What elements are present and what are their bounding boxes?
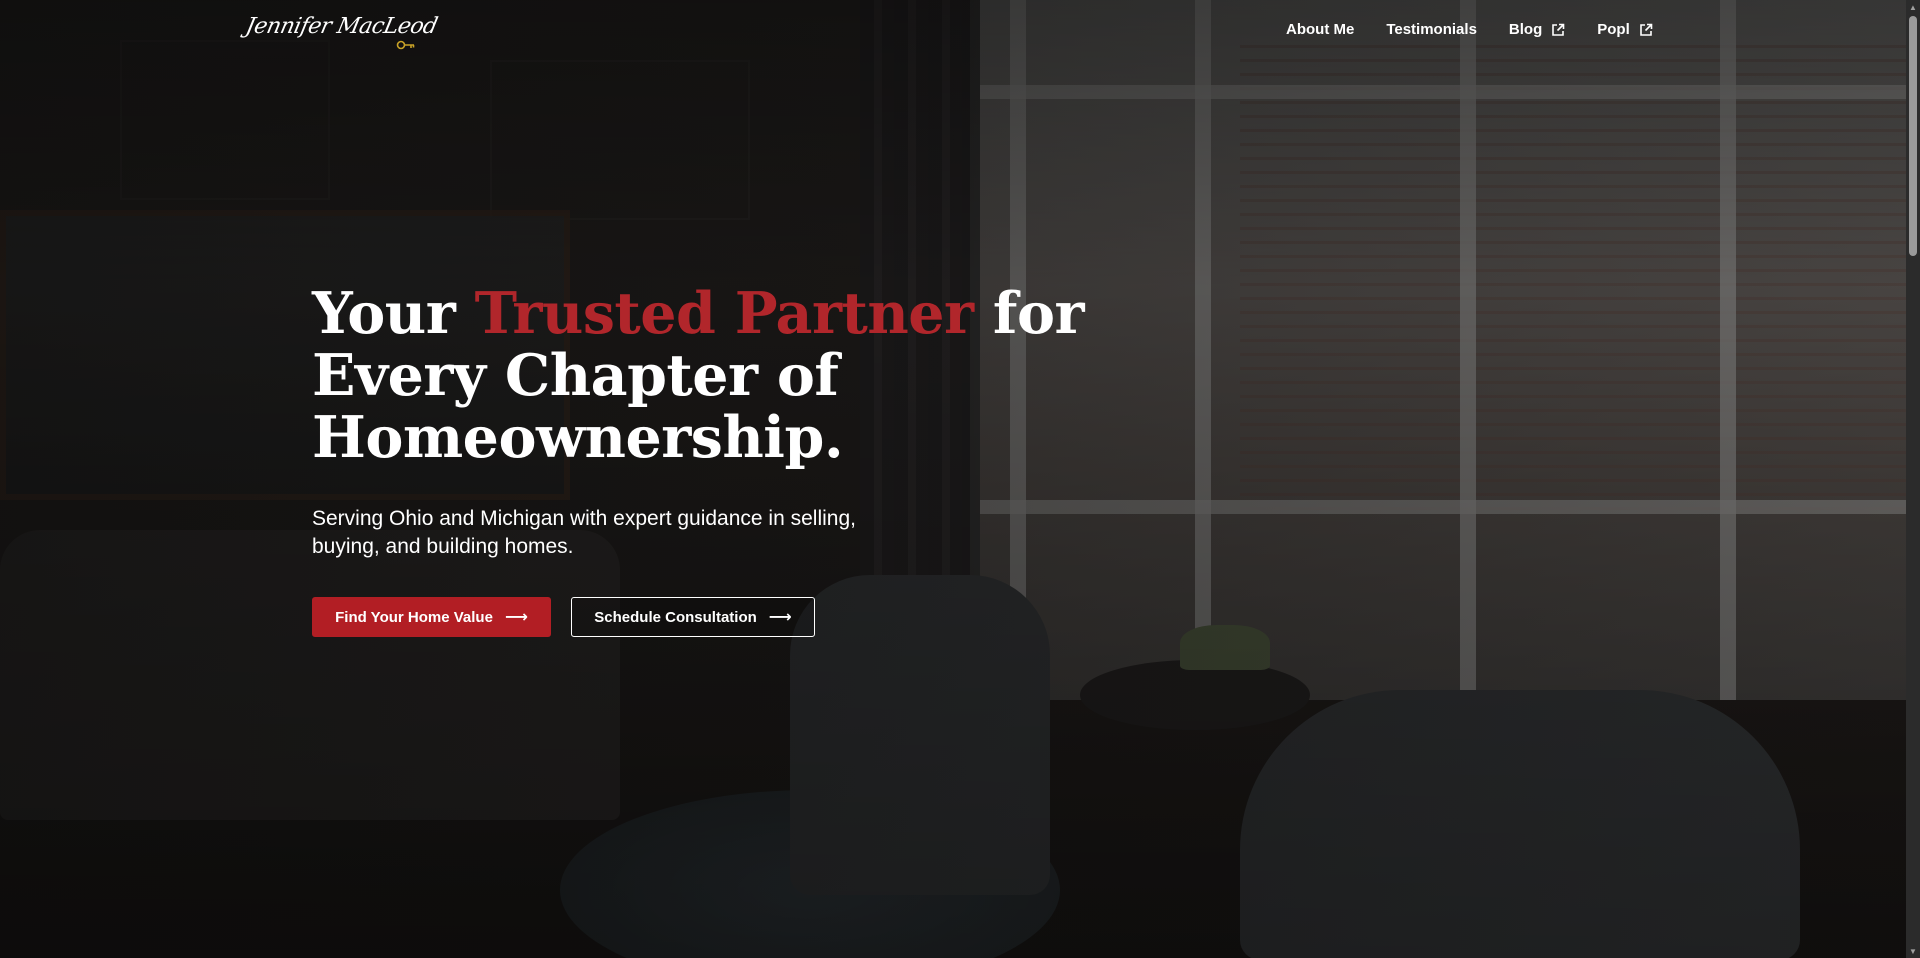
hero-subtitle: Serving Ohio and Michigan with expert gu… [312, 507, 856, 558]
main-nav: About Me Testimonials Blog Popl [1286, 21, 1653, 38]
find-home-value-button[interactable]: Find Your Home Value ⟶ [312, 597, 551, 637]
site-header: Jennifer MacLeod About Me Testimonials B… [0, 0, 1920, 62]
scroll-down-arrow-icon[interactable]: ▼ [1906, 944, 1920, 958]
page-scrollbar[interactable]: ▲ ▼ [1906, 0, 1920, 958]
nav-blog[interactable]: Blog [1509, 21, 1565, 38]
nav-label: Blog [1508, 21, 1543, 38]
scroll-up-arrow-icon[interactable]: ▲ [1906, 0, 1920, 14]
logo-signature: Jennifer MacLeod [243, 14, 440, 39]
button-label: Find Your Home Value [335, 608, 493, 626]
nav-label: Popl [1597, 21, 1630, 38]
site-logo[interactable]: Jennifer MacLeod [243, 8, 439, 56]
hero-headline: Your Trusted Partner for Every Chapter o… [312, 283, 1212, 469]
external-link-icon [1639, 23, 1653, 36]
headline-accent: Trusted Partner [474, 280, 975, 347]
headline-part-1: Your [312, 280, 475, 347]
hero-actions: Find Your Home Value ⟶ Schedule Consulta… [312, 597, 1212, 637]
nav-label: Testimonials [1386, 21, 1477, 38]
nav-about-me[interactable]: About Me [1286, 21, 1354, 38]
arrow-right-icon: ⟶ [504, 609, 528, 626]
external-link-icon [1552, 23, 1565, 36]
arrow-right-icon: ⟶ [768, 609, 792, 626]
button-label: Schedule Consultation [594, 608, 757, 626]
nav-popl[interactable]: Popl [1597, 21, 1653, 38]
nav-label: About Me [1286, 21, 1355, 38]
hero-section: Your Trusted Partner for Every Chapter o… [312, 283, 1212, 637]
key-icon [396, 40, 415, 50]
scrollbar-thumb[interactable] [1909, 16, 1917, 256]
nav-testimonials[interactable]: Testimonials [1386, 21, 1477, 38]
schedule-consultation-button[interactable]: Schedule Consultation ⟶ [571, 597, 815, 637]
